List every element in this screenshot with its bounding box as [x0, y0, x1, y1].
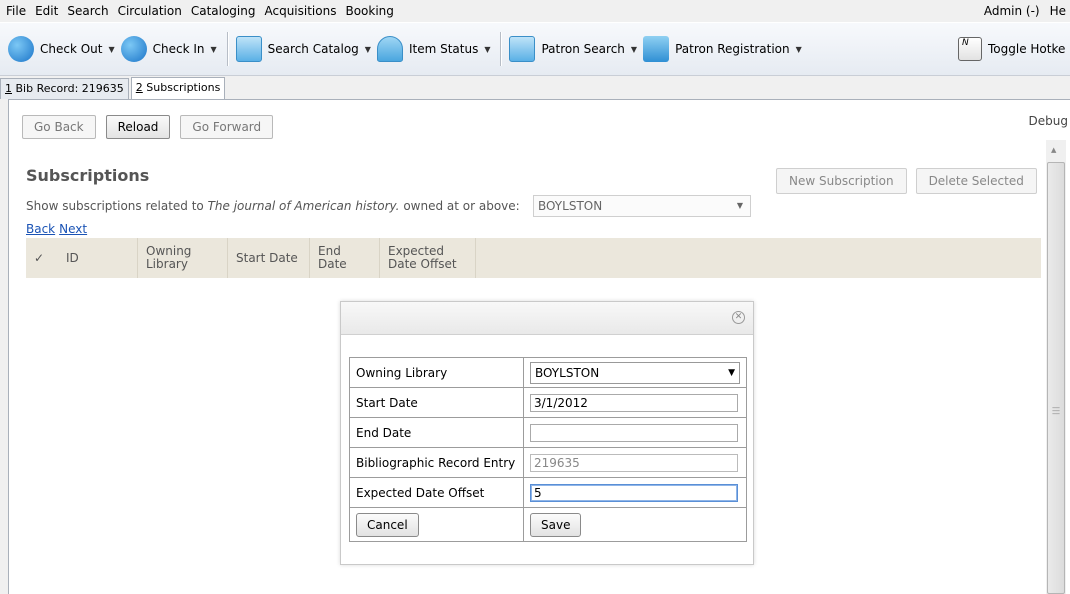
owning-library-value: BOYLSTON [535, 365, 600, 380]
check-out-button[interactable]: Check Out ▼ [8, 29, 115, 69]
filter-suffix: owned at or above: [399, 199, 520, 213]
toolbar: Check Out ▼ Check In ▼ Search Catalog ▼ … [0, 22, 1070, 76]
owning-library-select[interactable]: BOYLSTON ▼ [530, 361, 740, 384]
check-out-label: Check Out [40, 42, 103, 56]
menu-file[interactable]: File [6, 4, 26, 18]
toggle-hotkeys-button[interactable]: N Toggle Hotke [958, 29, 1065, 69]
menu-cataloging[interactable]: Cataloging [191, 4, 256, 18]
search-catalog-button[interactable]: Search Catalog ▼ [235, 29, 371, 69]
cancel-button[interactable]: Cancel [356, 512, 419, 537]
scroll-up-icon[interactable]: ▲ [1051, 146, 1056, 154]
new-subscription-button[interactable]: New Subscription [776, 168, 907, 194]
dialog-title-bar: ✕ [341, 302, 753, 335]
toggle-hotkeys-label: Toggle Hotke [988, 42, 1066, 56]
bib-record-entry-label: Bibliographic Record Entry [349, 447, 524, 478]
item-status-button[interactable]: Item Status ▼ [376, 29, 490, 69]
keyboard-key-icon: N [958, 37, 982, 61]
end-date-label: End Date [349, 417, 524, 448]
chevron-down-icon[interactable]: ▼ [484, 45, 490, 54]
menu-help[interactable]: He [1050, 4, 1066, 18]
search-catalog-icon [235, 36, 262, 62]
chevron-down-icon[interactable]: ▼ [631, 45, 637, 54]
check-in-button[interactable]: Check In ▼ [120, 29, 217, 69]
app-window: File Edit Search Circulation Cataloging … [0, 0, 1070, 594]
next-link[interactable]: Next [59, 222, 87, 236]
column-header-id[interactable]: ID [58, 238, 138, 278]
search-catalog-label: Search Catalog [267, 42, 359, 56]
back-link[interactable]: Back [26, 222, 55, 236]
menu-bar: File Edit Search Circulation Cataloging … [0, 0, 1070, 22]
chevron-down-icon[interactable]: ▼ [211, 45, 217, 54]
menu-edit[interactable]: Edit [35, 4, 58, 18]
select-all-check-icon[interactable]: ✓ [26, 238, 58, 278]
chevron-down-icon[interactable]: ▼ [728, 363, 735, 383]
browser-nav: Go Back Reload Go Forward [22, 115, 274, 139]
subscription-form: Owning Library BOYLSTON ▼ Start Date 3/1… [349, 357, 747, 542]
chevron-down-icon[interactable]: ▼ [365, 45, 371, 54]
tab-number: 1 [5, 82, 12, 95]
patron-registration-label: Patron Registration [675, 42, 790, 56]
expected-date-offset-label: Expected Date Offset [349, 477, 524, 508]
column-header-owning-library[interactable]: Owning Library [138, 238, 228, 278]
patron-search-label: Patron Search [541, 42, 625, 56]
subscription-dialog: ✕ Owning Library BOYLSTON ▼ Start Date 3… [340, 301, 754, 565]
scrollbar-thumb[interactable] [1047, 162, 1065, 594]
toolbar-separator [226, 32, 228, 66]
debug-link[interactable]: Debug [1029, 114, 1068, 128]
item-status-icon [376, 36, 403, 62]
chevron-down-icon[interactable]: ▼ [796, 45, 802, 54]
delete-selected-button[interactable]: Delete Selected [915, 168, 1037, 194]
column-header-end-date[interactable]: End Date [310, 238, 380, 278]
pagination: Back Next [26, 222, 91, 236]
menu-booking[interactable]: Booking [345, 4, 393, 18]
tab-label: Bib Record: 219635 [15, 82, 124, 95]
check-in-icon [120, 36, 147, 62]
tab-bib-record[interactable]: 1 Bib Record: 219635 [0, 78, 129, 99]
menu-acquisitions[interactable]: Acquisitions [264, 4, 336, 18]
tab-strip: 1 Bib Record: 219635 2 Subscriptions [0, 77, 227, 99]
save-button[interactable]: Save [530, 512, 582, 537]
page-title: Subscriptions [26, 166, 150, 185]
close-icon[interactable]: ✕ [732, 311, 745, 324]
menu-circulation[interactable]: Circulation [118, 4, 182, 18]
record-title: The journal of American history. [207, 199, 400, 213]
chevron-down-icon[interactable]: ▼ [108, 45, 114, 54]
owner-filter-text: Show subscriptions related to The journa… [26, 199, 520, 213]
bib-record-entry-field: 219635 [530, 453, 738, 472]
owning-library-label: Owning Library [349, 357, 524, 388]
library-select-value: BOYLSTON [538, 199, 603, 213]
grid-actions: New Subscription Delete Selected [776, 168, 1037, 194]
cancel-cell: Cancel [349, 507, 524, 542]
toolbar-separator [500, 32, 502, 66]
grid-header: ✓ ID Owning Library Start Date End Date … [26, 238, 1041, 278]
save-cell: Save [523, 507, 747, 542]
tab-label: Subscriptions [146, 81, 221, 94]
patron-registration-icon [643, 36, 670, 62]
owning-library-filter-select[interactable]: BOYLSTON ▼ [533, 195, 751, 217]
chevron-down-icon[interactable]: ▼ [730, 196, 750, 216]
expected-date-offset-field[interactable]: 5 [530, 483, 738, 502]
go-back-button[interactable]: Go Back [22, 115, 96, 139]
check-in-label: Check In [152, 42, 205, 56]
tab-number: 2 [135, 81, 143, 94]
patron-search-icon [509, 36, 536, 62]
column-header-expected-date-offset[interactable]: Expected Date Offset [380, 238, 476, 278]
end-date-field[interactable] [530, 423, 738, 442]
menu-search[interactable]: Search [67, 4, 108, 18]
column-header-start-date[interactable]: Start Date [228, 238, 310, 278]
start-date-field[interactable]: 3/1/2012 [530, 393, 738, 412]
menu-admin[interactable]: Admin (-) [984, 4, 1040, 18]
tab-subscriptions[interactable]: 2 Subscriptions [130, 77, 226, 99]
scroll-grip-icon: — — — [1052, 403, 1060, 418]
check-out-icon [8, 36, 34, 62]
start-date-label: Start Date [349, 387, 524, 418]
go-forward-button[interactable]: Go Forward [180, 115, 274, 139]
vertical-scrollbar[interactable]: ▲ — — — [1046, 140, 1066, 594]
patron-registration-button[interactable]: Patron Registration ▼ [643, 29, 802, 69]
patron-search-button[interactable]: Patron Search ▼ [509, 29, 637, 69]
filter-prefix: Show subscriptions related to [26, 199, 208, 213]
item-status-label: Item Status [408, 42, 479, 56]
reload-button[interactable]: Reload [105, 115, 171, 139]
